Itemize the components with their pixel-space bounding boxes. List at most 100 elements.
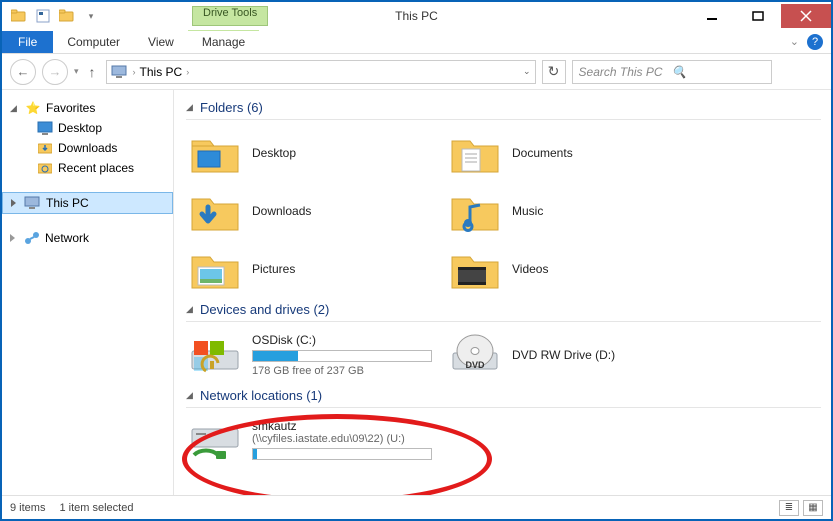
ribbon-collapse-icon[interactable]: ⌄	[790, 35, 799, 48]
address-dropdown-icon[interactable]: ⌄	[523, 66, 531, 77]
documents-folder-icon	[448, 130, 502, 176]
drive-usage-bar	[252, 350, 432, 362]
item-label: Downloads	[252, 204, 311, 218]
desktop-folder-icon	[188, 130, 242, 176]
group-netloc: smkautz (\\cyfiles.iastate.edu\09\22) (U…	[186, 414, 821, 468]
group-drives: OSDisk (C:) 178 GB free of 237 GB DVD DV…	[186, 328, 821, 382]
close-button[interactable]	[781, 4, 831, 28]
downloads-folder-icon	[188, 188, 242, 234]
navpane-label: Recent places	[58, 161, 134, 175]
search-placeholder: Search This PC	[579, 65, 672, 79]
titlebar: ▾ Drive Tools This PC	[2, 2, 831, 30]
folder-desktop[interactable]: Desktop	[186, 126, 426, 180]
quick-access-toolbar: ▾	[2, 5, 102, 27]
folder-documents[interactable]: Documents	[446, 126, 686, 180]
up-button[interactable]: ↑	[85, 64, 100, 80]
music-folder-icon	[448, 188, 502, 234]
status-bar: 9 items 1 item selected ≣ ▦	[2, 495, 831, 519]
recent-icon	[36, 160, 54, 176]
drive-dvd[interactable]: DVD DVD RW Drive (D:)	[446, 328, 686, 382]
collapse-icon: ◢	[186, 304, 196, 315]
tab-computer[interactable]: Computer	[53, 31, 134, 53]
collapse-icon: ◢	[186, 390, 196, 401]
downloads-icon	[36, 140, 54, 156]
folder-downloads[interactable]: Downloads	[186, 184, 426, 238]
folder-videos[interactable]: Videos	[446, 242, 686, 296]
navigation-pane: ◢ ⭐ Favorites Desktop Downloads Recent p…	[2, 90, 174, 496]
expand-icon	[11, 199, 20, 207]
network-drive-u[interactable]: smkautz (\\cyfiles.iastate.edu\09\22) (U…	[186, 414, 456, 468]
collapse-icon: ◢	[186, 102, 196, 113]
group-header-netloc[interactable]: ◢ Network locations (1)	[186, 382, 821, 408]
drive-osdisk[interactable]: OSDisk (C:) 178 GB free of 237 GB	[186, 328, 426, 382]
navpane-network[interactable]: Network	[2, 228, 173, 248]
drive-label: smkautz	[252, 419, 432, 433]
folder-options-icon[interactable]	[8, 5, 30, 27]
network-drive-icon	[188, 418, 242, 464]
folder-pictures[interactable]: Pictures	[186, 242, 426, 296]
navpane-downloads[interactable]: Downloads	[2, 138, 173, 158]
details-view-button[interactable]: ≣	[779, 500, 799, 516]
navpane-recent[interactable]: Recent places	[2, 158, 173, 178]
help-icon[interactable]: ?	[807, 34, 823, 50]
tab-manage[interactable]: Manage	[188, 28, 259, 53]
folder-music[interactable]: Music	[446, 184, 686, 238]
collapse-icon: ◢	[10, 103, 20, 114]
contextual-tab-label: Drive Tools	[192, 6, 268, 26]
window-title: This PC	[395, 9, 438, 23]
new-folder-icon[interactable]	[56, 5, 78, 27]
group-header-folders[interactable]: ◢ Folders (6)	[186, 94, 821, 120]
navpane-label: Favorites	[46, 101, 95, 115]
breadcrumb-root[interactable]: This PC	[140, 65, 183, 79]
window-buttons	[689, 4, 831, 28]
search-box[interactable]: Search This PC 🔍	[572, 60, 772, 84]
refresh-button[interactable]: ↻	[542, 60, 566, 84]
group-title: Devices and drives (2)	[200, 302, 329, 317]
star-icon: ⭐	[24, 100, 42, 116]
navpane-label: This PC	[46, 196, 89, 210]
content-area: ◢ Folders (6) Desktop Documents Download…	[174, 90, 831, 496]
chevron-right-icon[interactable]: ›	[186, 67, 189, 77]
qat-dropdown-icon[interactable]: ▾	[80, 5, 102, 27]
network-icon	[23, 230, 41, 246]
navpane-label: Network	[45, 231, 89, 245]
search-icon: 🔍	[672, 65, 765, 79]
svg-text:DVD: DVD	[465, 360, 485, 370]
chevron-right-icon: ›	[133, 67, 136, 77]
tab-view[interactable]: View	[134, 31, 188, 53]
forward-button[interactable]: →	[42, 59, 68, 85]
pc-icon	[24, 195, 42, 211]
item-label: Music	[512, 204, 543, 218]
group-header-drives[interactable]: ◢ Devices and drives (2)	[186, 296, 821, 322]
tab-file[interactable]: File	[2, 31, 53, 53]
minimize-button[interactable]	[689, 4, 735, 28]
properties-icon[interactable]	[32, 5, 54, 27]
desktop-icon	[36, 120, 54, 136]
tiles-view-button[interactable]: ▦	[803, 500, 823, 516]
group-title: Folders (6)	[200, 100, 263, 115]
navpane-label: Desktop	[58, 121, 102, 135]
ribbon: File Computer View Manage ⌄ ?	[2, 30, 831, 54]
maximize-button[interactable]	[735, 4, 781, 28]
item-label: Documents	[512, 146, 573, 160]
address-bar[interactable]: › This PC › ⌄	[106, 60, 536, 84]
back-button[interactable]: ←	[10, 59, 36, 85]
navpane-thispc[interactable]: This PC	[2, 192, 173, 214]
drive-sub: 178 GB free of 237 GB	[252, 365, 432, 377]
hdd-icon	[188, 332, 242, 378]
drive-label: DVD RW Drive (D:)	[512, 348, 615, 362]
drive-label: OSDisk (C:)	[252, 333, 432, 347]
item-label: Videos	[512, 262, 548, 276]
group-title: Network locations (1)	[200, 388, 322, 403]
view-switcher: ≣ ▦	[779, 500, 823, 516]
dvd-icon: DVD	[448, 332, 502, 378]
drive-sub: (\\cyfiles.iastate.edu\09\22) (U:)	[252, 433, 432, 445]
main: ◢ ⭐ Favorites Desktop Downloads Recent p…	[2, 90, 831, 496]
pictures-folder-icon	[188, 246, 242, 292]
navpane-desktop[interactable]: Desktop	[2, 118, 173, 138]
history-dropdown-icon[interactable]: ▾	[74, 66, 79, 77]
item-label: Desktop	[252, 146, 296, 160]
navpane-favorites[interactable]: ◢ ⭐ Favorites	[2, 98, 173, 118]
group-folders: Desktop Documents Downloads Music Pictur…	[186, 126, 821, 296]
expand-icon	[10, 234, 19, 242]
